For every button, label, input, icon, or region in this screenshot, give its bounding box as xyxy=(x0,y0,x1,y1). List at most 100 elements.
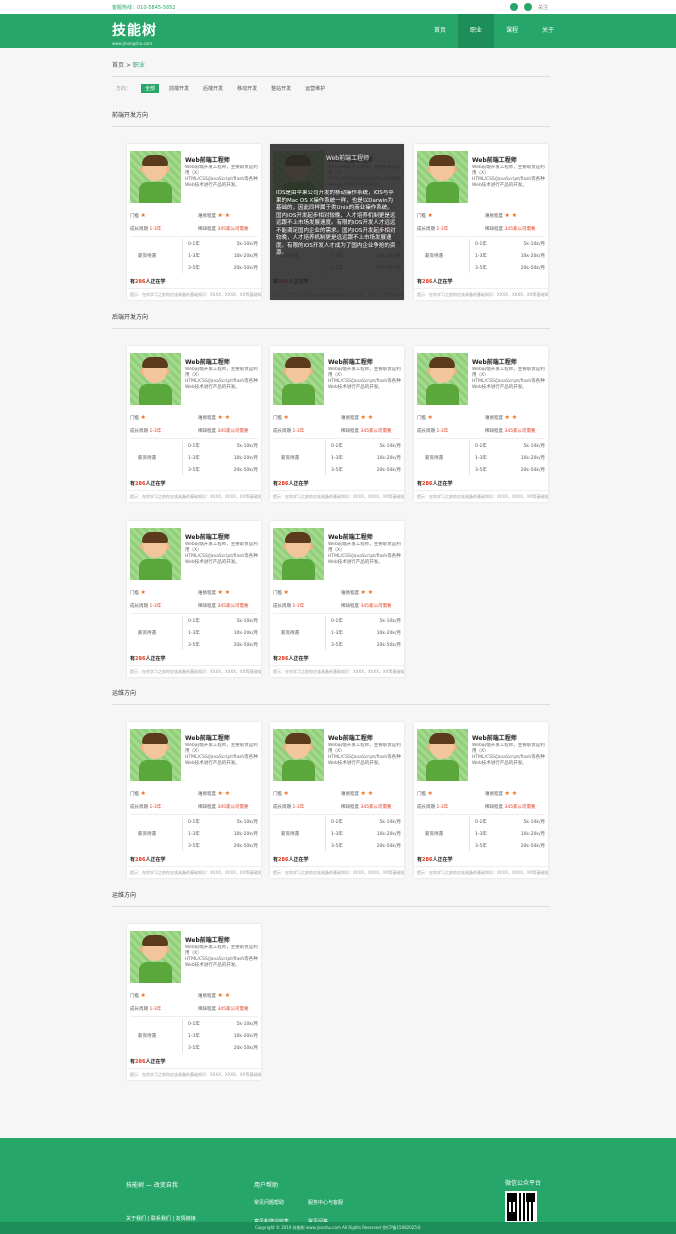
career-avatar-image xyxy=(273,353,324,405)
filter-frontend[interactable]: 前端开发 xyxy=(165,84,193,93)
card-description: Web前端开发工程师，主要职责是利用（X）HTML/CSS/JavaScript… xyxy=(185,367,258,390)
growth-value: 1-3年 xyxy=(149,1007,162,1012)
salary-label: 薪资待遇 xyxy=(425,456,443,461)
filter-label: 方向： xyxy=(116,86,132,92)
growth-label: 成长周期 xyxy=(130,805,148,810)
star-icon: ★ xyxy=(427,212,433,219)
difficulty-label: 难易程度 xyxy=(341,416,359,421)
section-title: 前端开发方向 xyxy=(112,112,149,119)
star-icon: ★ ★ xyxy=(217,212,231,219)
demand-value: 345家公司需要 xyxy=(360,604,392,609)
footer-link[interactable]: 服务中心与客服 xyxy=(308,1199,362,1206)
threshold-label: 门槛 xyxy=(417,416,426,421)
card-title[interactable]: Web前端工程师 xyxy=(472,357,517,366)
growth-value: 1-3年 xyxy=(292,805,305,810)
card-description: Web前端开发工程师，主要职责是利用（X）HTML/CSS/JavaScript… xyxy=(328,542,401,565)
career-card[interactable]: Web前端工程师 Web前端开发工程师，主要职责是利用（X）HTML/CSS/J… xyxy=(270,722,404,878)
card-tip: 提示：在你学习之前你应该具备的基础知识：XXXX，XXXX，XX等基础知识 xyxy=(127,490,261,502)
card-description: Web前端开发工程师，主要职责是利用（X）HTML/CSS/JavaScript… xyxy=(185,945,258,968)
career-card[interactable]: Web前端工程师 Web前端开发工程师，主要职责是利用（X）HTML/CSS/J… xyxy=(270,346,404,502)
filter-backend[interactable]: 后端开发 xyxy=(199,84,227,93)
divider xyxy=(112,906,550,907)
career-card[interactable]: Web前端工程师 Web前端开发工程师，主要职责是利用（X）HTML/CSS/J… xyxy=(127,144,261,300)
card-title[interactable]: Web前端工程师 xyxy=(472,733,517,742)
difficulty-label: 难易程度 xyxy=(198,591,216,596)
career-avatar-image xyxy=(417,151,468,203)
growth-value: 1-3年 xyxy=(436,227,449,232)
demand-value: 345家公司需要 xyxy=(360,429,392,434)
filter-ops[interactable]: 运营维护 xyxy=(301,84,329,93)
card-tip: 提示：在你学习之前你应该具备的基础知识：XXXX，XXXX，XX等基础知识 xyxy=(270,490,404,502)
filter-fullstack[interactable]: 整站开发 xyxy=(267,84,295,93)
career-card[interactable]: Web前端工程师 Web前端开发工程师，主要职责是利用（X）HTML/CSS/J… xyxy=(270,144,404,300)
career-card[interactable]: Web前端工程师 Web前端开发工程师，主要职责是利用（X）HTML/CSS/J… xyxy=(270,521,404,677)
logo[interactable]: 技能树 www.jinengshu.com xyxy=(112,20,157,46)
nav-about[interactable]: 关于 xyxy=(530,14,566,48)
salary-table: 薪资待遇 0-1年5k-10k/月 1-3年10k-20k/月 3-5年20k-… xyxy=(273,814,401,852)
learner-count: 有286人正在学 xyxy=(130,481,166,487)
footer-links[interactable]: 关于我们 | 联系我们 | 友情链接 xyxy=(126,1215,196,1222)
star-icon: ★ xyxy=(140,992,146,999)
card-tip: 提示：在你学习之前你应该具备的基础知识：XXXX，XXXX，XX等基础知识 xyxy=(270,665,404,677)
growth-value: 1-3年 xyxy=(436,429,449,434)
footer: 技能树 — 改变自我 关于我们 | 联系我们 | 友情链接 用户帮助 常见问题帮… xyxy=(0,1138,676,1234)
career-card[interactable]: Web前端工程师 Web前端开发工程师，主要职责是利用（X）HTML/CSS/J… xyxy=(414,346,548,502)
hotline-text: 客服热线：010-5845-5852 xyxy=(112,5,176,11)
overlay-text: IOS是由苹果公司开发的移动操作系统，iOS与苹果的Mac OS X操作系统一样… xyxy=(276,190,396,256)
weibo-icon[interactable] xyxy=(523,3,532,11)
demand-value: 345家公司需要 xyxy=(504,227,536,232)
card-title[interactable]: Web前端工程师 xyxy=(185,532,230,541)
card-title[interactable]: Web前端工程师 xyxy=(185,935,230,944)
card-title[interactable]: Web前端工程师 xyxy=(185,155,230,164)
threshold-label: 门槛 xyxy=(130,792,139,797)
card-title[interactable]: Web前端工程师 xyxy=(472,155,517,164)
card-description: Web前端开发工程师，主要职责是利用（X）HTML/CSS/JavaScript… xyxy=(185,542,258,565)
card-hover-overlay[interactable]: Web前端工程师 IOS是由苹果公司开发的移动操作系统，iOS与苹果的Mac OS… xyxy=(270,144,404,300)
card-tip: 提示：在你学习之前你应该具备的基础知识：XXXX，XXXX，XX等基础知识 xyxy=(414,288,548,300)
nav-career[interactable]: 职业 xyxy=(458,14,494,48)
demand-label: 稀缺程度 xyxy=(341,805,359,810)
learner-count: 有286人正在学 xyxy=(130,656,166,662)
card-description: Web前端开发工程师，主要职责是利用（X）HTML/CSS/JavaScript… xyxy=(185,743,258,766)
demand-value: 345家公司需要 xyxy=(360,805,392,810)
threshold-label: 门槛 xyxy=(273,416,282,421)
salary-table: 薪资待遇 0-1年5k-10k/月 1-3年10k-20k/月 3-5年20k-… xyxy=(273,438,401,476)
weixin-icon[interactable] xyxy=(509,3,518,11)
card-title[interactable]: Web前端工程师 xyxy=(328,733,373,742)
threshold-label: 门槛 xyxy=(417,792,426,797)
copyright: Copyright © 2016 技能树 www.jineshu.com All… xyxy=(0,1222,676,1234)
filter-all[interactable]: 全部 xyxy=(141,84,160,93)
career-card[interactable]: Web前端工程师 Web前端开发工程师，主要职责是利用（X）HTML/CSS/J… xyxy=(127,521,261,677)
learner-count: 有286人正在学 xyxy=(130,857,166,863)
growth-value: 1-3年 xyxy=(292,429,305,434)
learner-count: 有286人正在学 xyxy=(273,481,309,487)
career-card[interactable]: Web前端工程师 Web前端开发工程师，主要职责是利用（X）HTML/CSS/J… xyxy=(414,722,548,878)
card-title[interactable]: Web前端工程师 xyxy=(185,733,230,742)
salary-label: 薪资待遇 xyxy=(138,631,156,636)
breadcrumb-home[interactable]: 首页 xyxy=(112,62,124,69)
card-title[interactable]: Web前端工程师 xyxy=(328,532,373,541)
star-icon: ★ ★ xyxy=(360,790,374,797)
follow-link[interactable]: 关注 xyxy=(538,4,548,11)
salary-label: 薪资待遇 xyxy=(138,456,156,461)
nav-home[interactable]: 首页 xyxy=(422,14,458,48)
nav-courses[interactable]: 课程 xyxy=(494,14,530,48)
star-icon: ★ xyxy=(140,790,146,797)
divider xyxy=(112,76,550,77)
career-card[interactable]: Web前端工程师 Web前端开发工程师，主要职责是利用（X）HTML/CSS/J… xyxy=(127,924,261,1080)
career-card[interactable]: Web前端工程师 Web前端开发工程师，主要职责是利用（X）HTML/CSS/J… xyxy=(127,346,261,502)
growth-label: 成长周期 xyxy=(273,429,291,434)
career-card[interactable]: Web前端工程师 Web前端开发工程师，主要职责是利用（X）HTML/CSS/J… xyxy=(414,144,548,300)
star-icon: ★ ★ xyxy=(504,414,518,421)
filter-mobile[interactable]: 移动开发 xyxy=(233,84,261,93)
career-card[interactable]: Web前端工程师 Web前端开发工程师，主要职责是利用（X）HTML/CSS/J… xyxy=(127,722,261,878)
card-title[interactable]: Web前端工程师 xyxy=(328,357,373,366)
salary-label: 薪资待遇 xyxy=(138,1034,156,1039)
salary-table: 薪资待遇 0-1年5k-10k/月 1-3年10k-20k/月 3-5年20k-… xyxy=(130,438,258,476)
divider xyxy=(112,328,550,329)
star-icon: ★ xyxy=(283,589,289,596)
star-icon: ★ ★ xyxy=(360,414,374,421)
card-title[interactable]: Web前端工程师 xyxy=(185,357,230,366)
footer-link[interactable]: 常见问题帮助 xyxy=(254,1199,308,1206)
career-avatar-image xyxy=(273,729,324,781)
